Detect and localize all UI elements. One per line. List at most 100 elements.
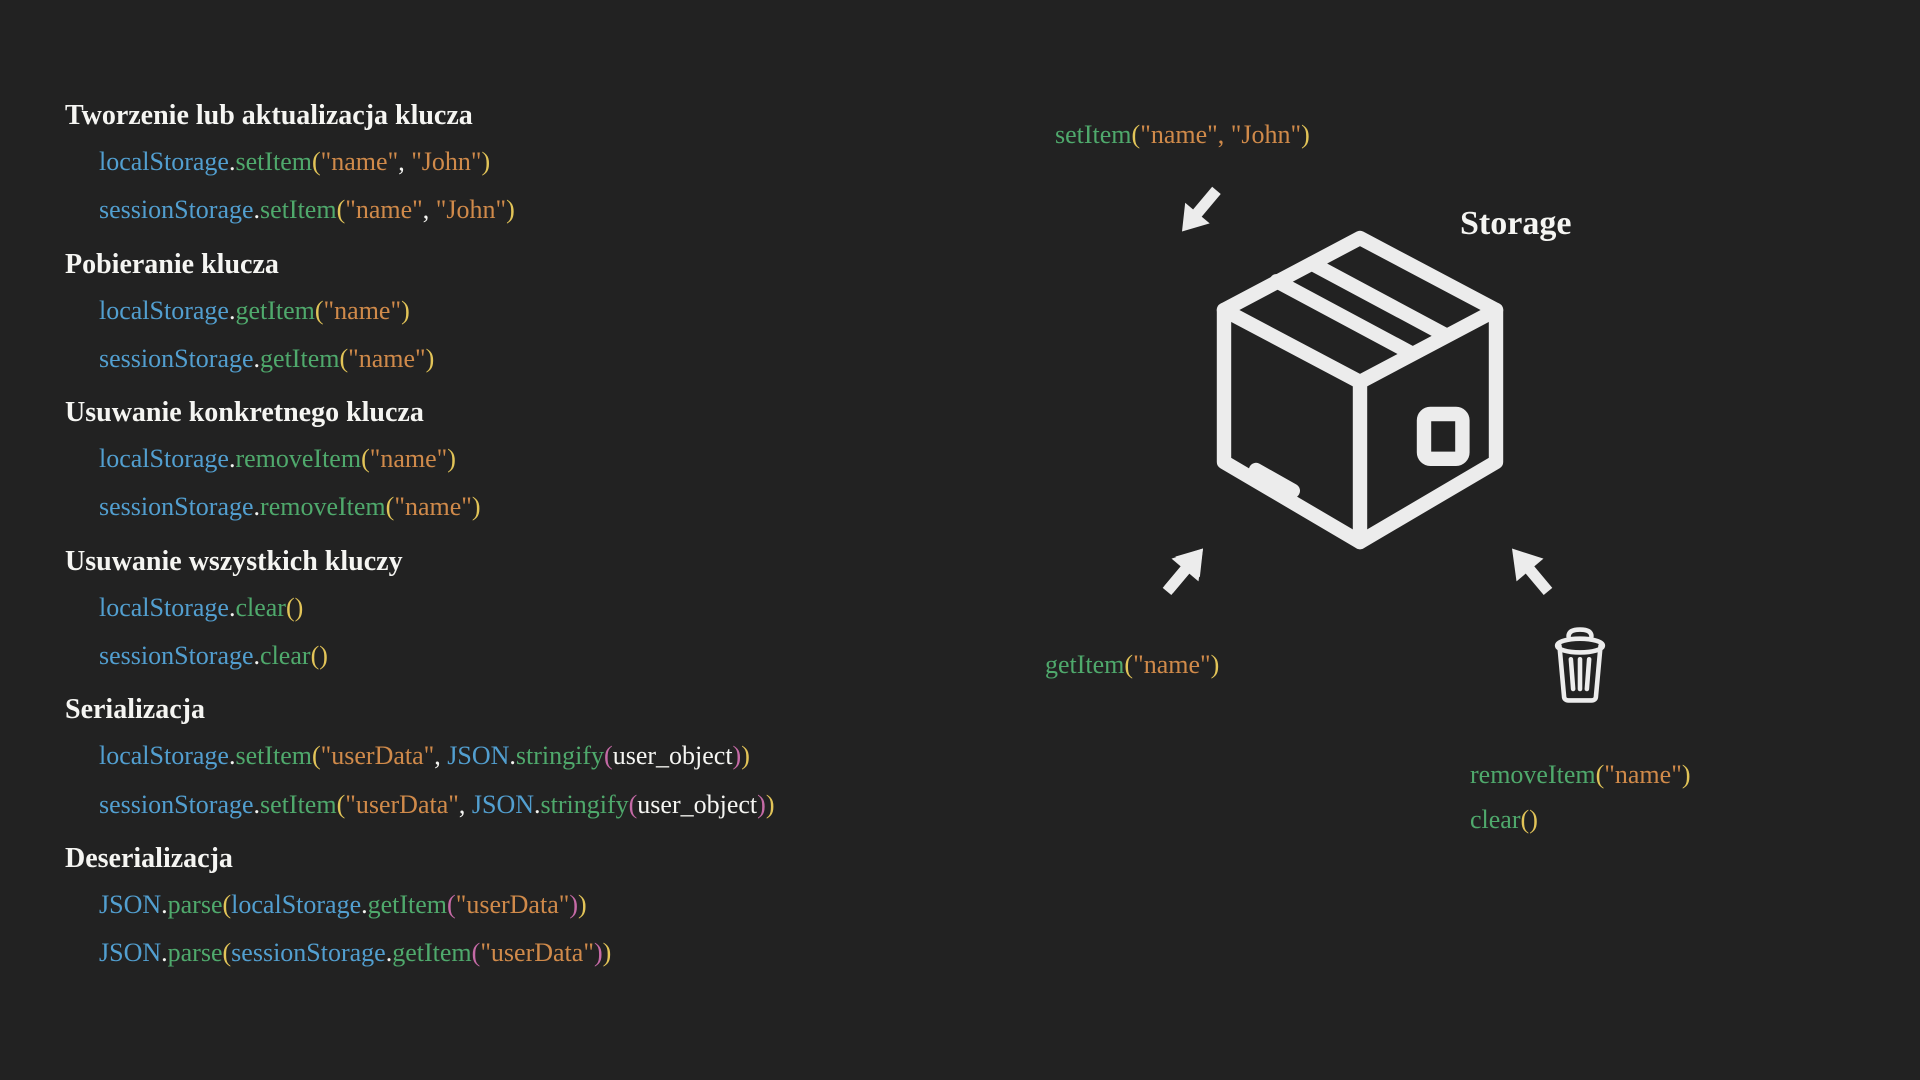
token-string: "name" bbox=[345, 195, 423, 224]
token-lparen: ( bbox=[337, 790, 346, 819]
token-string: "name", "John" bbox=[1140, 120, 1301, 149]
token-fn: getItem bbox=[392, 938, 471, 967]
token-lparen: ( bbox=[447, 890, 456, 919]
token-lparen: ( bbox=[312, 741, 321, 770]
token-fn: parse bbox=[168, 938, 223, 967]
section-deserialize: Deserializacja JSON.parse(localStorage.g… bbox=[65, 843, 965, 974]
token-fn: clear bbox=[235, 593, 286, 622]
storage-diagram: setItem("name", "John") Storage bbox=[990, 90, 1890, 990]
token-fn: removeItem bbox=[1470, 760, 1596, 789]
token-rparen: ) bbox=[578, 890, 587, 919]
token-object: JSON bbox=[472, 790, 534, 819]
token-comma: , bbox=[434, 741, 447, 770]
token-object: sessionStorage bbox=[99, 344, 254, 373]
token-lparen: ( bbox=[339, 344, 348, 373]
token-fn: getItem bbox=[260, 344, 339, 373]
token-string: "name" bbox=[1604, 760, 1682, 789]
token-lparen: ( bbox=[1521, 805, 1530, 834]
token-string: "name" bbox=[1133, 650, 1211, 679]
token-object: sessionStorage bbox=[231, 938, 386, 967]
token-object: sessionStorage bbox=[99, 492, 254, 521]
token-rparen: ) bbox=[401, 296, 410, 325]
token-string: "userData" bbox=[456, 890, 570, 919]
token-rparen: ) bbox=[447, 444, 456, 473]
diagram-label-removeitem: removeItem("name") bbox=[1470, 760, 1690, 790]
token-comma: , bbox=[459, 790, 472, 819]
section-clear: Usuwanie wszystkich kluczy localStorage.… bbox=[65, 546, 965, 677]
code-reference-column: Tworzenie lub aktualizacja klucza localS… bbox=[65, 100, 965, 982]
token-lparen: ( bbox=[312, 147, 321, 176]
token-rparen: ) bbox=[766, 790, 775, 819]
token-object: sessionStorage bbox=[99, 790, 254, 819]
token-fn: setItem bbox=[235, 741, 312, 770]
token-lparen: ( bbox=[1596, 760, 1605, 789]
token-string: "John" bbox=[436, 195, 506, 224]
section-heading: Usuwanie wszystkich kluczy bbox=[65, 546, 965, 578]
token-object: localStorage bbox=[99, 444, 229, 473]
token-object: sessionStorage bbox=[99, 195, 254, 224]
token-string: "name" bbox=[348, 344, 426, 373]
code-line: localStorage.setItem("name", "John") bbox=[99, 142, 965, 182]
token-fn: setItem bbox=[235, 147, 312, 176]
token-object: JSON bbox=[99, 938, 161, 967]
section-heading: Pobieranie klucza bbox=[65, 249, 965, 281]
token-lparen: ( bbox=[315, 296, 324, 325]
token-lparen: ( bbox=[361, 444, 370, 473]
token-fn: stringify bbox=[541, 790, 629, 819]
code-line: sessionStorage.setItem("userData", JSON.… bbox=[99, 785, 965, 825]
diagram-label-getitem: getItem("name") bbox=[1045, 650, 1219, 680]
token-fn: getItem bbox=[368, 890, 447, 919]
code-line: sessionStorage.clear() bbox=[99, 636, 965, 676]
token-object: localStorage bbox=[99, 741, 229, 770]
token-rparen: ) bbox=[1301, 120, 1310, 149]
token-string: "userData" bbox=[321, 741, 435, 770]
box-icon bbox=[1200, 220, 1520, 560]
token-object: JSON bbox=[99, 890, 161, 919]
code-line: JSON.parse(localStorage.getItem("userDat… bbox=[99, 885, 965, 925]
token-lparen: ( bbox=[472, 938, 481, 967]
token-rparen: ) bbox=[1211, 650, 1220, 679]
code-line: localStorage.getItem("name") bbox=[99, 291, 965, 331]
token-identifier: user_object bbox=[637, 790, 757, 819]
token-lparen: ( bbox=[604, 741, 613, 770]
token-object: sessionStorage bbox=[99, 641, 254, 670]
token-string: "userData" bbox=[480, 938, 594, 967]
token-lparen: ( bbox=[1124, 650, 1133, 679]
token-rparen: ) bbox=[1529, 805, 1538, 834]
token-rparen: ) bbox=[733, 741, 742, 770]
code-line: localStorage.clear() bbox=[99, 588, 965, 628]
section-serialize: Serializacja localStorage.setItem("userD… bbox=[65, 694, 965, 825]
section-remove: Usuwanie konkretnego klucza localStorage… bbox=[65, 397, 965, 528]
slide: Tworzenie lub aktualizacja klucza localS… bbox=[0, 0, 1920, 1080]
token-rparen: ) bbox=[506, 195, 515, 224]
token-fn: getItem bbox=[1045, 650, 1124, 679]
token-rparen: ) bbox=[1682, 760, 1691, 789]
token-rparen: ) bbox=[757, 790, 766, 819]
section-heading: Usuwanie konkretnego klucza bbox=[65, 397, 965, 429]
token-object: localStorage bbox=[99, 147, 229, 176]
token-lparen: ( bbox=[223, 938, 232, 967]
token-rparen: ) bbox=[426, 344, 435, 373]
token-fn: removeItem bbox=[235, 444, 361, 473]
token-lparen: ( bbox=[629, 790, 638, 819]
token-lparen: ( bbox=[223, 890, 232, 919]
token-rparen: ) bbox=[482, 147, 491, 176]
token-lparen: ( bbox=[286, 593, 295, 622]
token-fn: getItem bbox=[235, 296, 314, 325]
token-string: "John" bbox=[411, 147, 481, 176]
token-fn: stringify bbox=[516, 741, 604, 770]
token-rparen: ) bbox=[603, 938, 612, 967]
token-string: "name" bbox=[394, 492, 472, 521]
token-string: "userData" bbox=[345, 790, 459, 819]
token-rparen: ) bbox=[594, 938, 603, 967]
token-string: "name" bbox=[321, 147, 399, 176]
trash-icon bbox=[1545, 625, 1615, 705]
code-line: JSON.parse(sessionStorage.getItem("userD… bbox=[99, 933, 965, 973]
diagram-label-clear: clear() bbox=[1470, 805, 1538, 835]
token-object: localStorage bbox=[99, 593, 229, 622]
token-fn: removeItem bbox=[260, 492, 386, 521]
token-rparen: ) bbox=[741, 741, 750, 770]
token-comma: , bbox=[423, 195, 436, 224]
token-fn: setItem bbox=[260, 195, 337, 224]
token-object: localStorage bbox=[99, 296, 229, 325]
